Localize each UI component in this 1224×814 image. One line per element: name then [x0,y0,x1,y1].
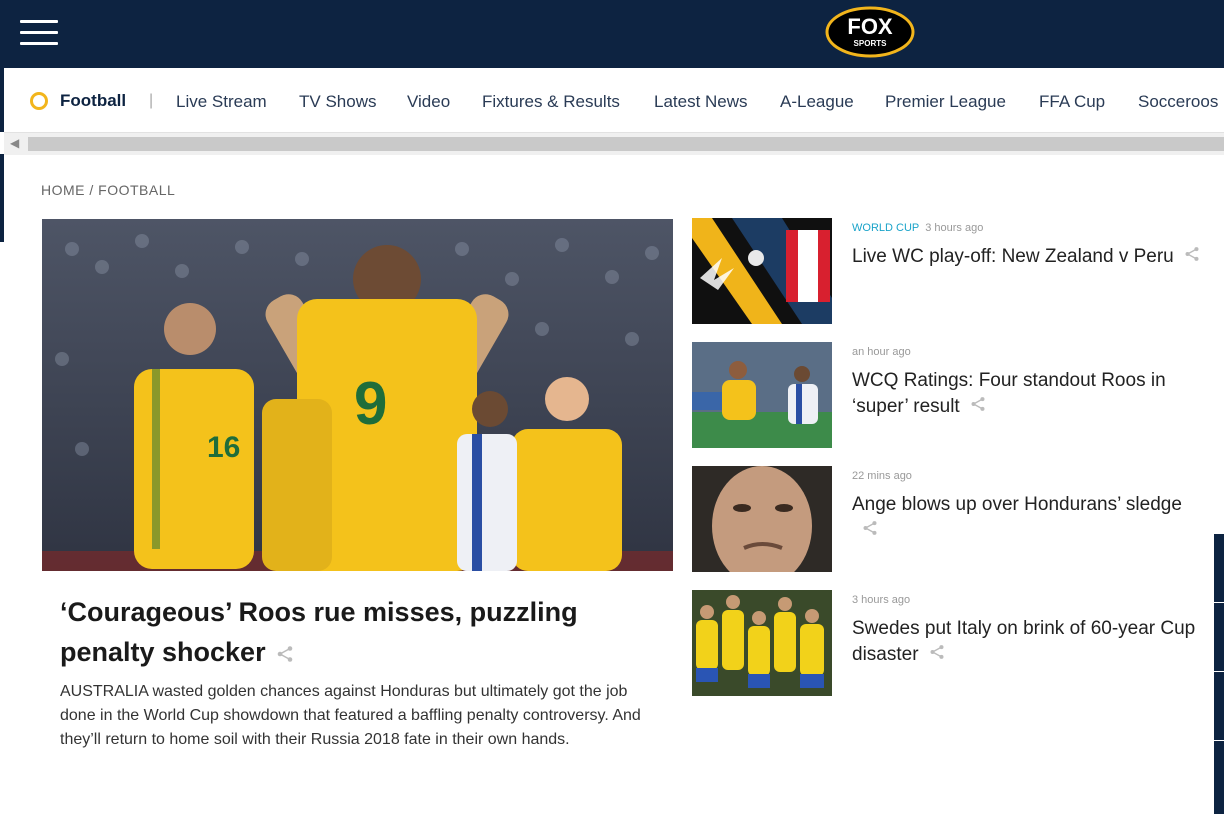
story-thumbnail-sweden[interactable] [692,590,832,696]
jersey-number-left: 16 [207,431,240,464]
lead-headline-text[interactable]: ‘Courageous’ Roos rue misses, puzzling p… [60,597,578,667]
nav-ffa-cup[interactable]: FFA Cup [1039,92,1105,112]
story-meta: 3 hours ago [852,594,910,606]
story-thumbnail-nz-peru[interactable] [692,218,832,324]
chevron-left-icon[interactable]: ◀ [10,136,19,150]
share-icon[interactable] [276,634,294,674]
fox-sports-logo[interactable]: FOX SPORTS [825,6,915,58]
story-card[interactable]: 22 mins ago Ange blows up over Hondurans… [692,466,1202,572]
top-bar: FOX SPORTS [0,0,1224,68]
story-title-text[interactable]: Live WC play-off: New Zealand v Peru [852,246,1174,267]
nav-latest-news[interactable]: Latest News [654,92,748,112]
lead-story-lede: AUSTRALIA wasted golden chances against … [60,683,641,748]
story-category[interactable]: WORLD CUP [852,222,919,234]
story-title[interactable]: WCQ Ratings: Four standout Roos in ‘supe… [852,368,1202,420]
section-nav-active[interactable]: Football [60,91,126,111]
lead-story-image[interactable]: 16 9 [42,219,673,571]
nav-tv-shows[interactable]: TV Shows [299,92,376,112]
horizontal-scrollbar[interactable]: ◀ [4,132,1224,155]
nav-separator: | [149,92,154,109]
story-card[interactable]: an hour ago WCQ Ratings: Four standout R… [692,342,1202,448]
share-icon[interactable] [862,518,878,544]
breadcrumb[interactable]: HOME / FOOTBALL [41,182,175,198]
story-title-text[interactable]: Ange blows up over Hondurans’ sledge [852,494,1182,515]
left-edge-bar [0,154,4,242]
right-edge-bar [1214,534,1224,814]
share-icon[interactable] [1184,244,1200,270]
share-icon[interactable] [970,394,986,420]
story-time: 3 hours ago [852,594,911,606]
section-ring-icon [30,92,48,110]
jersey-number-center: 9 [354,370,387,437]
story-card[interactable]: WORLD CUP 3 hours ago Live WC play-off: N… [692,218,1202,324]
scrollbar-thumb[interactable] [28,137,1224,151]
hamburger-icon[interactable] [20,20,58,48]
story-title-text[interactable]: WCQ Ratings: Four standout Roos in ‘supe… [852,370,1166,417]
story-title[interactable]: Swedes put Italy on brink of 60-year Cup… [852,616,1202,668]
share-icon[interactable] [929,642,945,668]
lead-story-headline[interactable]: ‘Courageous’ Roos rue misses, puzzling p… [60,592,660,674]
nav-socceroos[interactable]: Socceroos [1138,92,1218,112]
story-meta: WORLD CUP 3 hours ago [852,222,983,234]
story-thumbnail-ange[interactable] [692,466,832,572]
story-meta: 22 mins ago [852,470,912,482]
story-thumbnail-wcq-ratings[interactable] [692,342,832,448]
story-title-text[interactable]: Swedes put Italy on brink of 60-year Cup… [852,618,1195,665]
story-title[interactable]: Live WC play-off: New Zealand v Peru [852,244,1202,270]
story-title[interactable]: Ange blows up over Hondurans’ sledge [852,492,1202,544]
story-card[interactable]: 3 hours ago Swedes put Italy on brink of… [692,590,1202,696]
nav-a-league[interactable]: A-League [780,92,854,112]
story-time: 22 mins ago [852,470,912,482]
nav-premier-league[interactable]: Premier League [885,92,1006,112]
story-meta: an hour ago [852,346,911,358]
section-nav: Football | Live Stream TV Shows Video Fi… [0,68,1224,132]
logo-sub-text: SPORTS [854,39,888,48]
nav-video[interactable]: Video [407,92,450,112]
story-time: an hour ago [852,346,911,358]
nav-fixtures-results[interactable]: Fixtures & Results [482,92,620,112]
logo-text: FOX [847,14,893,39]
story-time: 3 hours ago [925,222,984,234]
nav-live-stream[interactable]: Live Stream [176,92,267,112]
